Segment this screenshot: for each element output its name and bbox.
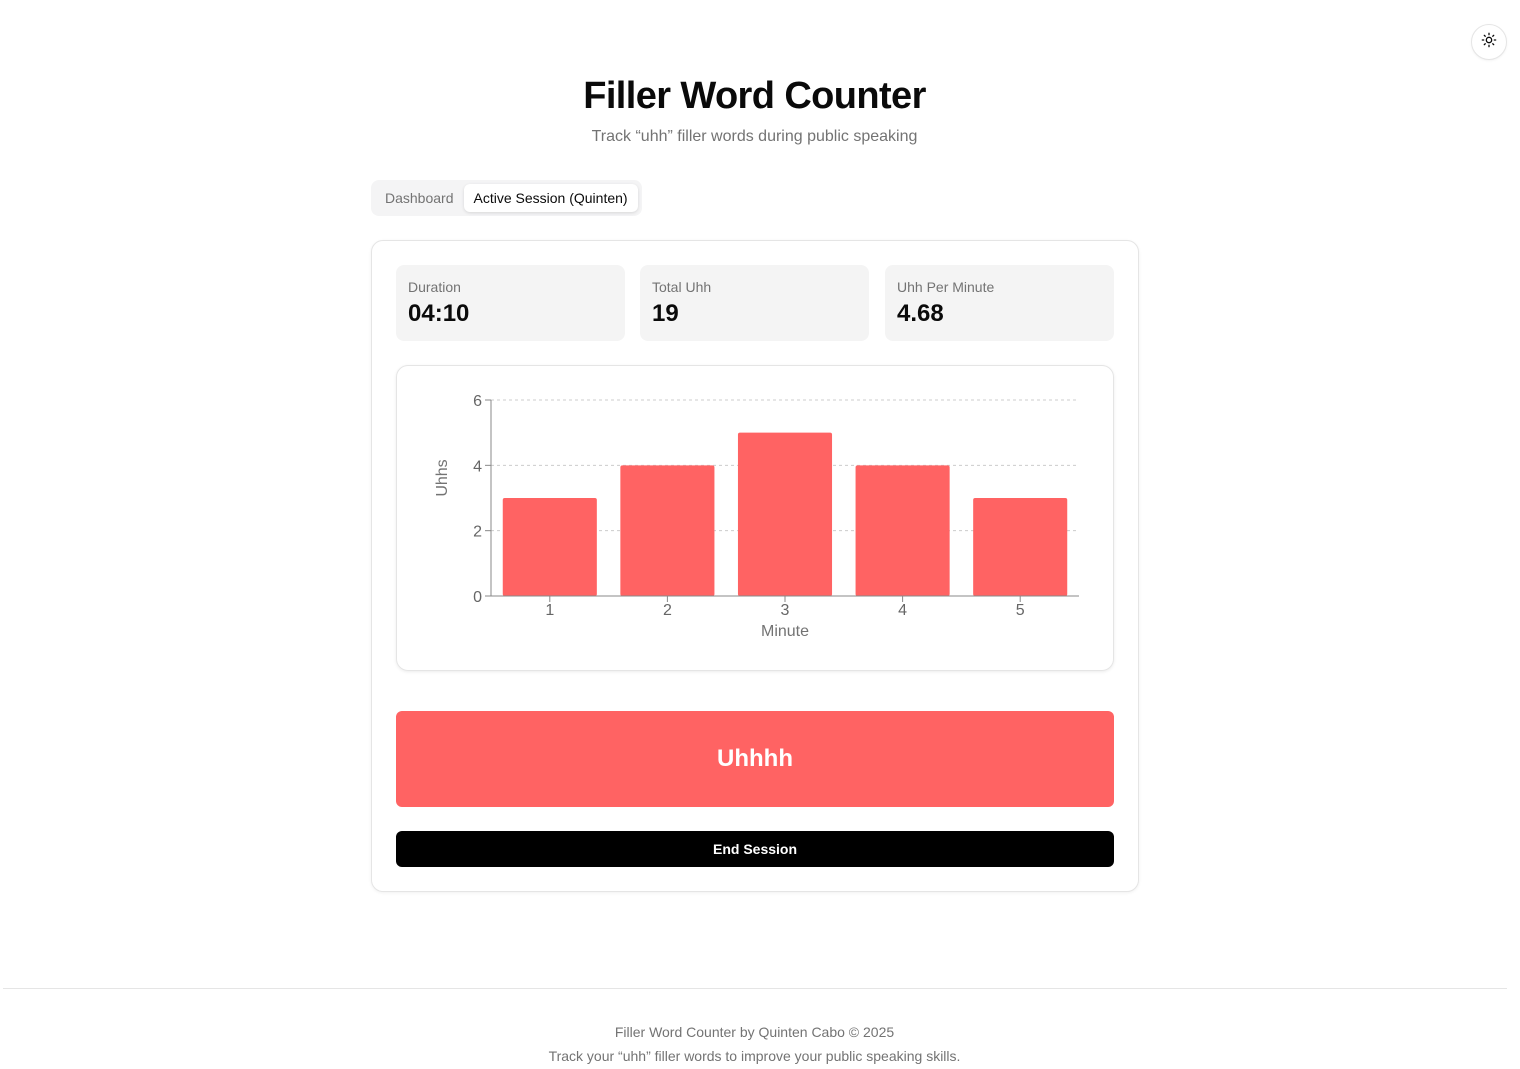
y-tick-label: 0 [473, 589, 482, 606]
y-axis-label: Uhhs [434, 459, 451, 496]
footer: Filler Word Counter by Quinten Cabo © 20… [0, 1020, 1509, 1068]
stat-duration-label: Duration [408, 279, 461, 295]
x-tick-label: 2 [663, 602, 672, 619]
page-title: Filler Word Counter [583, 75, 926, 117]
page-subtitle: Track “uhh” filler words during public s… [591, 128, 918, 145]
y-tick-label: 2 [473, 524, 482, 541]
stat-total: Total Uhh 19 [640, 265, 869, 341]
chart-svg: 0 2 4 6 1 2 3 4 5 Minute Uhhs [434, 393, 1079, 640]
x-tick-label: 3 [781, 602, 790, 619]
sun-icon [1481, 32, 1497, 53]
bar-minute-4 [855, 465, 950, 596]
stat-duration: Duration 04:10 [396, 265, 625, 341]
stat-total-label: Total Uhh [652, 279, 712, 295]
uhh-chart: 0 2 4 6 1 2 3 4 5 Minute Uhhs [396, 365, 1114, 671]
footer-divider [3, 988, 1507, 989]
x-tick-label: 4 [898, 602, 907, 619]
bar-minute-5 [973, 498, 1068, 596]
bar-minute-2 [620, 465, 715, 596]
chart-bars [502, 432, 1068, 596]
y-tick-label: 6 [473, 393, 482, 410]
y-tick-label: 4 [473, 458, 482, 475]
stat-per-minute: Uhh Per Minute 4.68 [885, 265, 1114, 341]
footer-credit: Filler Word Counter by Quinten Cabo © 20… [614, 1024, 895, 1040]
x-tick-label: 5 [1016, 602, 1025, 619]
x-tick-label: 1 [545, 602, 554, 619]
end-session-button[interactable]: End Session [396, 831, 1114, 867]
footer-tagline: Track your “uhh” filler words to improve… [548, 1048, 961, 1064]
stat-per-minute-label: Uhh Per Minute [897, 279, 995, 295]
page-header: Filler Word Counter Track “uhh” filler w… [0, 72, 1509, 148]
bar-minute-3 [737, 432, 833, 596]
uhh-button[interactable]: Uhhhh [396, 711, 1114, 807]
tab-dashboard[interactable]: Dashboard [375, 184, 464, 212]
tab-list: Dashboard Active Session (Quinten) [371, 180, 642, 216]
stat-total-value: 19 [652, 300, 679, 327]
theme-toggle-button[interactable] [1471, 24, 1507, 60]
tab-active-session[interactable]: Active Session (Quinten) [463, 184, 638, 212]
session-card: Duration 04:10 Total Uhh 19 Uhh Per Minu… [371, 240, 1139, 892]
stat-per-minute-value: 4.68 [897, 300, 944, 327]
x-axis-label: Minute [761, 623, 809, 640]
stat-duration-value: 04:10 [408, 300, 470, 327]
bar-minute-1 [502, 498, 597, 596]
